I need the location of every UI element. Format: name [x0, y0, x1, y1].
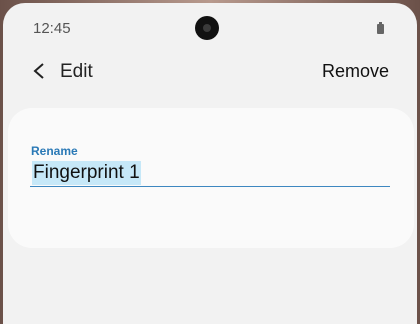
device-frame: 12:45 Edit Remove Rename Fingerprint 1 [0, 0, 420, 324]
rename-label: Rename [31, 144, 78, 158]
rename-card: Rename Fingerprint 1 [8, 108, 414, 248]
back-button[interactable] [25, 57, 53, 85]
status-time: 12:45 [33, 20, 71, 37]
status-bar: 12:45 [3, 3, 417, 49]
page-title: Edit [60, 61, 93, 82]
phone-screen: 12:45 Edit Remove Rename Fingerprint 1 [3, 3, 417, 324]
battery-icon [377, 22, 384, 34]
rename-input-value: Fingerprint 1 [32, 161, 141, 185]
front-camera-icon [195, 16, 219, 40]
app-bar: Edit Remove [3, 49, 417, 95]
back-arrow-icon [33, 63, 44, 79]
rename-input[interactable]: Fingerprint 1 [30, 158, 390, 187]
remove-button[interactable]: Remove [322, 61, 389, 82]
